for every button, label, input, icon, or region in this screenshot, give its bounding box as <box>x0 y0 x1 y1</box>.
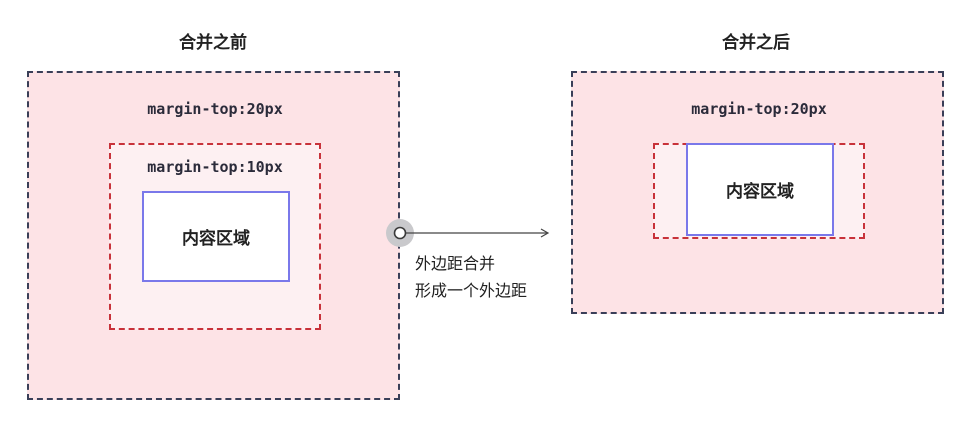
connector-note: 外边距合并 形成一个外边距 <box>415 250 527 304</box>
after-content-area: 内容区域 <box>686 143 834 236</box>
after-outer-margin-label: margin-top:20px <box>691 100 827 118</box>
after-title: 合并之后 <box>722 33 790 53</box>
connector-note-line2: 形成一个外边距 <box>415 281 528 300</box>
after-outer-box: margin-top:20px 内容区域 <box>571 71 944 314</box>
after-inner-box: 内容区域 <box>653 143 865 239</box>
connector-note-line1: 外边距合并 <box>415 254 496 273</box>
connector-node <box>393 226 407 240</box>
